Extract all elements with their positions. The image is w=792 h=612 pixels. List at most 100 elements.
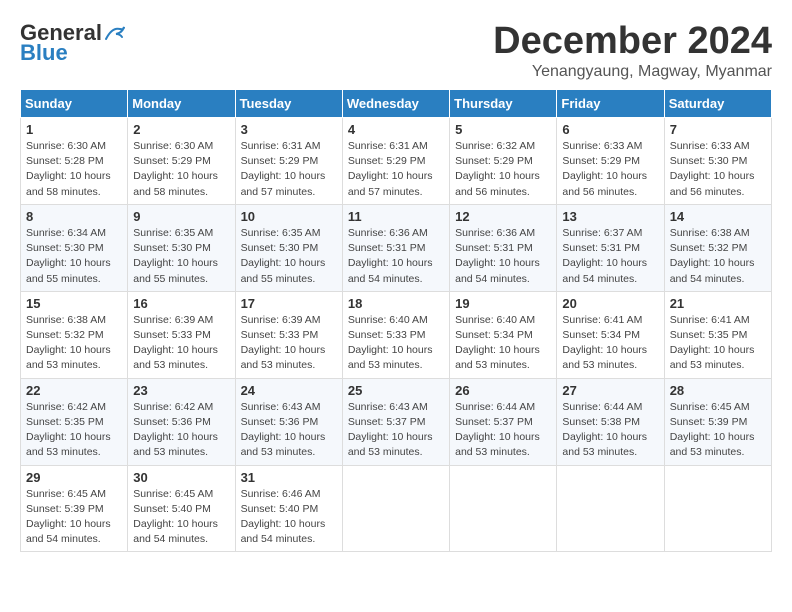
calendar-cell: 17 Sunrise: 6:39 AM Sunset: 5:33 PM Dayl… bbox=[235, 291, 342, 378]
day-number: 8 bbox=[26, 209, 122, 224]
page-header: General Blue December 2024 Yenangyaung, … bbox=[20, 20, 772, 81]
day-number: 17 bbox=[241, 296, 337, 311]
calendar-cell: 21 Sunrise: 6:41 AM Sunset: 5:35 PM Dayl… bbox=[664, 291, 771, 378]
logo-bird-icon bbox=[104, 25, 126, 41]
day-number: 22 bbox=[26, 383, 122, 398]
calendar-cell: 1 Sunrise: 6:30 AM Sunset: 5:28 PM Dayli… bbox=[21, 118, 128, 205]
month-title: December 2024 bbox=[493, 20, 772, 63]
calendar-cell: 28 Sunrise: 6:45 AM Sunset: 5:39 PM Dayl… bbox=[664, 378, 771, 465]
day-number: 25 bbox=[348, 383, 444, 398]
day-info: Sunrise: 6:46 AM Sunset: 5:40 PM Dayligh… bbox=[241, 487, 337, 548]
day-number: 12 bbox=[455, 209, 551, 224]
week-row-3: 15 Sunrise: 6:38 AM Sunset: 5:32 PM Dayl… bbox=[21, 291, 772, 378]
day-number: 5 bbox=[455, 122, 551, 137]
weekday-header-row: SundayMondayTuesdayWednesdayThursdayFrid… bbox=[21, 90, 772, 118]
weekday-header-wednesday: Wednesday bbox=[342, 90, 449, 118]
day-info: Sunrise: 6:44 AM Sunset: 5:38 PM Dayligh… bbox=[562, 400, 658, 461]
day-info: Sunrise: 6:43 AM Sunset: 5:36 PM Dayligh… bbox=[241, 400, 337, 461]
calendar-cell: 31 Sunrise: 6:46 AM Sunset: 5:40 PM Dayl… bbox=[235, 465, 342, 552]
day-number: 11 bbox=[348, 209, 444, 224]
calendar-cell: 25 Sunrise: 6:43 AM Sunset: 5:37 PM Dayl… bbox=[342, 378, 449, 465]
calendar-cell: 10 Sunrise: 6:35 AM Sunset: 5:30 PM Dayl… bbox=[235, 204, 342, 291]
day-number: 20 bbox=[562, 296, 658, 311]
day-info: Sunrise: 6:38 AM Sunset: 5:32 PM Dayligh… bbox=[26, 313, 122, 374]
day-info: Sunrise: 6:37 AM Sunset: 5:31 PM Dayligh… bbox=[562, 226, 658, 287]
day-info: Sunrise: 6:32 AM Sunset: 5:29 PM Dayligh… bbox=[455, 139, 551, 200]
location-subtitle: Yenangyaung, Magway, Myanmar bbox=[493, 63, 772, 81]
day-number: 27 bbox=[562, 383, 658, 398]
day-number: 21 bbox=[670, 296, 766, 311]
day-info: Sunrise: 6:33 AM Sunset: 5:29 PM Dayligh… bbox=[562, 139, 658, 200]
calendar-cell: 2 Sunrise: 6:30 AM Sunset: 5:29 PM Dayli… bbox=[128, 118, 235, 205]
calendar-cell: 4 Sunrise: 6:31 AM Sunset: 5:29 PM Dayli… bbox=[342, 118, 449, 205]
day-number: 30 bbox=[133, 470, 229, 485]
day-number: 4 bbox=[348, 122, 444, 137]
calendar-cell: 19 Sunrise: 6:40 AM Sunset: 5:34 PM Dayl… bbox=[450, 291, 557, 378]
day-number: 29 bbox=[26, 470, 122, 485]
day-number: 10 bbox=[241, 209, 337, 224]
calendar-cell bbox=[557, 465, 664, 552]
day-number: 2 bbox=[133, 122, 229, 137]
week-row-4: 22 Sunrise: 6:42 AM Sunset: 5:35 PM Dayl… bbox=[21, 378, 772, 465]
day-number: 23 bbox=[133, 383, 229, 398]
day-info: Sunrise: 6:45 AM Sunset: 5:39 PM Dayligh… bbox=[670, 400, 766, 461]
weekday-header-friday: Friday bbox=[557, 90, 664, 118]
day-info: Sunrise: 6:35 AM Sunset: 5:30 PM Dayligh… bbox=[133, 226, 229, 287]
title-section: December 2024 Yenangyaung, Magway, Myanm… bbox=[493, 20, 772, 81]
day-info: Sunrise: 6:45 AM Sunset: 5:40 PM Dayligh… bbox=[133, 487, 229, 548]
calendar-table: SundayMondayTuesdayWednesdayThursdayFrid… bbox=[20, 89, 772, 552]
day-number: 24 bbox=[241, 383, 337, 398]
calendar-cell: 20 Sunrise: 6:41 AM Sunset: 5:34 PM Dayl… bbox=[557, 291, 664, 378]
calendar-cell bbox=[342, 465, 449, 552]
day-number: 16 bbox=[133, 296, 229, 311]
calendar-cell bbox=[450, 465, 557, 552]
weekday-header-thursday: Thursday bbox=[450, 90, 557, 118]
calendar-cell: 24 Sunrise: 6:43 AM Sunset: 5:36 PM Dayl… bbox=[235, 378, 342, 465]
day-info: Sunrise: 6:42 AM Sunset: 5:35 PM Dayligh… bbox=[26, 400, 122, 461]
day-number: 28 bbox=[670, 383, 766, 398]
day-info: Sunrise: 6:43 AM Sunset: 5:37 PM Dayligh… bbox=[348, 400, 444, 461]
day-number: 6 bbox=[562, 122, 658, 137]
day-info: Sunrise: 6:41 AM Sunset: 5:34 PM Dayligh… bbox=[562, 313, 658, 374]
day-info: Sunrise: 6:31 AM Sunset: 5:29 PM Dayligh… bbox=[348, 139, 444, 200]
day-info: Sunrise: 6:40 AM Sunset: 5:34 PM Dayligh… bbox=[455, 313, 551, 374]
calendar-cell: 3 Sunrise: 6:31 AM Sunset: 5:29 PM Dayli… bbox=[235, 118, 342, 205]
day-info: Sunrise: 6:36 AM Sunset: 5:31 PM Dayligh… bbox=[348, 226, 444, 287]
day-info: Sunrise: 6:45 AM Sunset: 5:39 PM Dayligh… bbox=[26, 487, 122, 548]
day-info: Sunrise: 6:30 AM Sunset: 5:29 PM Dayligh… bbox=[133, 139, 229, 200]
day-number: 13 bbox=[562, 209, 658, 224]
calendar-cell bbox=[664, 465, 771, 552]
logo-blue: Blue bbox=[20, 40, 68, 66]
day-number: 19 bbox=[455, 296, 551, 311]
day-number: 1 bbox=[26, 122, 122, 137]
logo: General Blue bbox=[20, 20, 126, 66]
day-number: 7 bbox=[670, 122, 766, 137]
day-info: Sunrise: 6:38 AM Sunset: 5:32 PM Dayligh… bbox=[670, 226, 766, 287]
day-info: Sunrise: 6:40 AM Sunset: 5:33 PM Dayligh… bbox=[348, 313, 444, 374]
weekday-header-saturday: Saturday bbox=[664, 90, 771, 118]
calendar-cell: 26 Sunrise: 6:44 AM Sunset: 5:37 PM Dayl… bbox=[450, 378, 557, 465]
calendar-cell: 16 Sunrise: 6:39 AM Sunset: 5:33 PM Dayl… bbox=[128, 291, 235, 378]
weekday-header-sunday: Sunday bbox=[21, 90, 128, 118]
weekday-header-tuesday: Tuesday bbox=[235, 90, 342, 118]
week-row-5: 29 Sunrise: 6:45 AM Sunset: 5:39 PM Dayl… bbox=[21, 465, 772, 552]
day-info: Sunrise: 6:34 AM Sunset: 5:30 PM Dayligh… bbox=[26, 226, 122, 287]
day-number: 15 bbox=[26, 296, 122, 311]
calendar-cell: 18 Sunrise: 6:40 AM Sunset: 5:33 PM Dayl… bbox=[342, 291, 449, 378]
calendar-cell: 22 Sunrise: 6:42 AM Sunset: 5:35 PM Dayl… bbox=[21, 378, 128, 465]
day-info: Sunrise: 6:41 AM Sunset: 5:35 PM Dayligh… bbox=[670, 313, 766, 374]
day-info: Sunrise: 6:44 AM Sunset: 5:37 PM Dayligh… bbox=[455, 400, 551, 461]
calendar-cell: 9 Sunrise: 6:35 AM Sunset: 5:30 PM Dayli… bbox=[128, 204, 235, 291]
calendar-cell: 12 Sunrise: 6:36 AM Sunset: 5:31 PM Dayl… bbox=[450, 204, 557, 291]
weekday-header-monday: Monday bbox=[128, 90, 235, 118]
calendar-cell: 27 Sunrise: 6:44 AM Sunset: 5:38 PM Dayl… bbox=[557, 378, 664, 465]
day-info: Sunrise: 6:35 AM Sunset: 5:30 PM Dayligh… bbox=[241, 226, 337, 287]
calendar-cell: 6 Sunrise: 6:33 AM Sunset: 5:29 PM Dayli… bbox=[557, 118, 664, 205]
calendar-cell: 23 Sunrise: 6:42 AM Sunset: 5:36 PM Dayl… bbox=[128, 378, 235, 465]
day-number: 14 bbox=[670, 209, 766, 224]
calendar-cell: 8 Sunrise: 6:34 AM Sunset: 5:30 PM Dayli… bbox=[21, 204, 128, 291]
day-number: 26 bbox=[455, 383, 551, 398]
calendar-cell: 13 Sunrise: 6:37 AM Sunset: 5:31 PM Dayl… bbox=[557, 204, 664, 291]
day-info: Sunrise: 6:36 AM Sunset: 5:31 PM Dayligh… bbox=[455, 226, 551, 287]
calendar-cell: 29 Sunrise: 6:45 AM Sunset: 5:39 PM Dayl… bbox=[21, 465, 128, 552]
